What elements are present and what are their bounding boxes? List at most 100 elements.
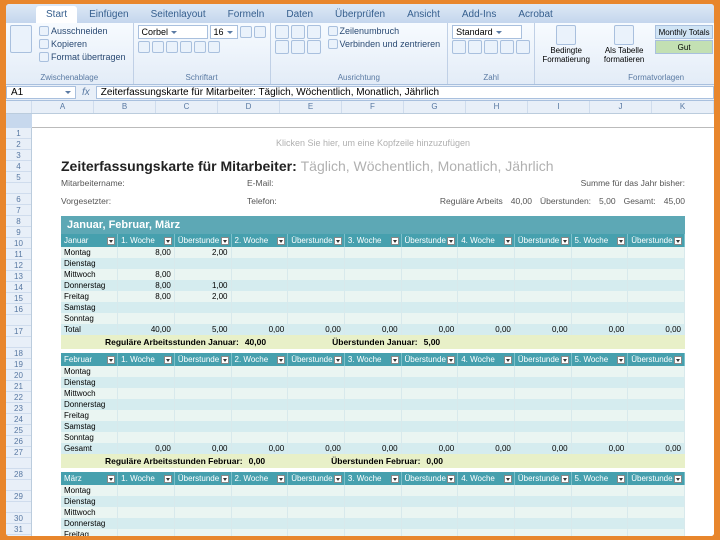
filter-icon[interactable] — [107, 356, 115, 364]
table-header[interactable]: 1. Woche — [118, 472, 175, 485]
table-header[interactable]: 5. Woche — [571, 234, 628, 247]
row-header[interactable]: 8 — [6, 216, 31, 227]
fill-color-icon[interactable] — [194, 41, 206, 53]
value-cell[interactable] — [628, 485, 685, 496]
align-bottom-icon[interactable] — [307, 25, 321, 39]
value-cell[interactable] — [288, 366, 345, 377]
value-cell[interactable]: 8,00 — [118, 247, 175, 258]
value-cell[interactable] — [231, 518, 288, 529]
value-cell[interactable] — [628, 388, 685, 399]
value-cell[interactable] — [344, 377, 401, 388]
table-header[interactable]: Überstunde — [628, 234, 685, 247]
day-cell[interactable]: Dienstag — [61, 258, 118, 269]
fx-icon[interactable]: fx — [76, 87, 96, 98]
table-header[interactable]: 4. Woche — [458, 472, 515, 485]
filter-icon[interactable] — [504, 475, 512, 483]
font-name-combo[interactable]: Corbel — [138, 25, 208, 39]
value-cell[interactable] — [514, 313, 571, 324]
border-icon[interactable] — [180, 41, 192, 53]
filter-icon[interactable] — [561, 237, 569, 245]
value-cell[interactable] — [458, 518, 515, 529]
value-cell[interactable] — [174, 432, 231, 443]
value-cell[interactable] — [401, 485, 458, 496]
value-cell[interactable] — [514, 496, 571, 507]
value-cell[interactable] — [458, 366, 515, 377]
table-header[interactable]: Überstunde — [174, 472, 231, 485]
filter-icon[interactable] — [391, 475, 399, 483]
value-cell[interactable] — [344, 485, 401, 496]
value-cell[interactable] — [458, 302, 515, 313]
value-cell[interactable] — [401, 269, 458, 280]
day-cell[interactable]: Montag — [61, 247, 118, 258]
value-cell[interactable] — [231, 280, 288, 291]
col-header[interactable]: E — [280, 101, 342, 113]
row-header[interactable]: 19 — [6, 359, 31, 370]
day-cell[interactable]: Donnerstag — [61, 399, 118, 410]
value-cell[interactable] — [288, 518, 345, 529]
name-box[interactable]: A1 — [6, 86, 76, 99]
table-header[interactable]: Überstunde — [401, 472, 458, 485]
value-cell[interactable] — [401, 291, 458, 302]
value-cell[interactable] — [118, 302, 175, 313]
value-cell[interactable] — [514, 388, 571, 399]
value-cell[interactable] — [401, 258, 458, 269]
tab-ansicht[interactable]: Ansicht — [397, 6, 450, 23]
col-header[interactable]: D — [218, 101, 280, 113]
filter-icon[interactable] — [107, 237, 115, 245]
value-cell[interactable] — [288, 302, 345, 313]
value-cell[interactable] — [401, 399, 458, 410]
day-cell[interactable]: Freitag — [61, 291, 118, 302]
value-cell[interactable] — [288, 388, 345, 399]
filter-icon[interactable] — [334, 237, 342, 245]
value-cell[interactable] — [344, 399, 401, 410]
value-cell[interactable] — [571, 507, 628, 518]
filter-icon[interactable] — [277, 475, 285, 483]
value-cell[interactable] — [231, 399, 288, 410]
value-cell[interactable] — [231, 313, 288, 324]
value-cell[interactable] — [118, 421, 175, 432]
value-cell[interactable] — [628, 518, 685, 529]
table-header[interactable]: 5. Woche — [571, 472, 628, 485]
table-header[interactable]: 2. Woche — [231, 234, 288, 247]
page-header-placeholder[interactable]: Klicken Sie hier, um eine Kopfzeile hinz… — [61, 132, 685, 158]
col-header[interactable]: K — [652, 101, 714, 113]
value-cell[interactable] — [344, 410, 401, 421]
value-cell[interactable] — [344, 432, 401, 443]
value-cell[interactable] — [514, 485, 571, 496]
value-cell[interactable] — [458, 529, 515, 536]
day-cell[interactable]: Freitag — [61, 410, 118, 421]
value-cell[interactable] — [174, 529, 231, 536]
col-header[interactable]: J — [590, 101, 652, 113]
day-cell[interactable]: Mittwoch — [61, 507, 118, 518]
value-cell[interactable] — [514, 291, 571, 302]
value-cell[interactable] — [288, 280, 345, 291]
value-cell[interactable] — [571, 302, 628, 313]
bold-icon[interactable] — [138, 41, 150, 53]
tab-seitenlayout[interactable]: Seitenlayout — [141, 6, 216, 23]
value-cell[interactable] — [231, 485, 288, 496]
value-cell[interactable] — [288, 485, 345, 496]
table-header[interactable]: Überstunde — [288, 472, 345, 485]
row-header[interactable]: 13 — [6, 271, 31, 282]
filter-icon[interactable] — [277, 237, 285, 245]
row-header[interactable] — [6, 480, 31, 491]
value-cell[interactable] — [174, 269, 231, 280]
value-cell[interactable] — [458, 507, 515, 518]
value-cell[interactable] — [288, 432, 345, 443]
row-header[interactable]: 24 — [6, 414, 31, 425]
col-header[interactable]: H — [466, 101, 528, 113]
value-cell[interactable] — [231, 421, 288, 432]
filter-icon[interactable] — [617, 237, 625, 245]
value-cell[interactable] — [571, 291, 628, 302]
value-cell[interactable] — [344, 269, 401, 280]
row-header[interactable]: 7 — [6, 205, 31, 216]
value-cell[interactable] — [231, 291, 288, 302]
value-cell[interactable] — [174, 399, 231, 410]
italic-icon[interactable] — [152, 41, 164, 53]
row-header[interactable] — [6, 183, 31, 194]
value-cell[interactable] — [401, 529, 458, 536]
value-cell[interactable] — [344, 247, 401, 258]
table-header[interactable]: 1. Woche — [118, 234, 175, 247]
filter-icon[interactable] — [504, 237, 512, 245]
table-header[interactable]: 1. Woche — [118, 353, 175, 366]
